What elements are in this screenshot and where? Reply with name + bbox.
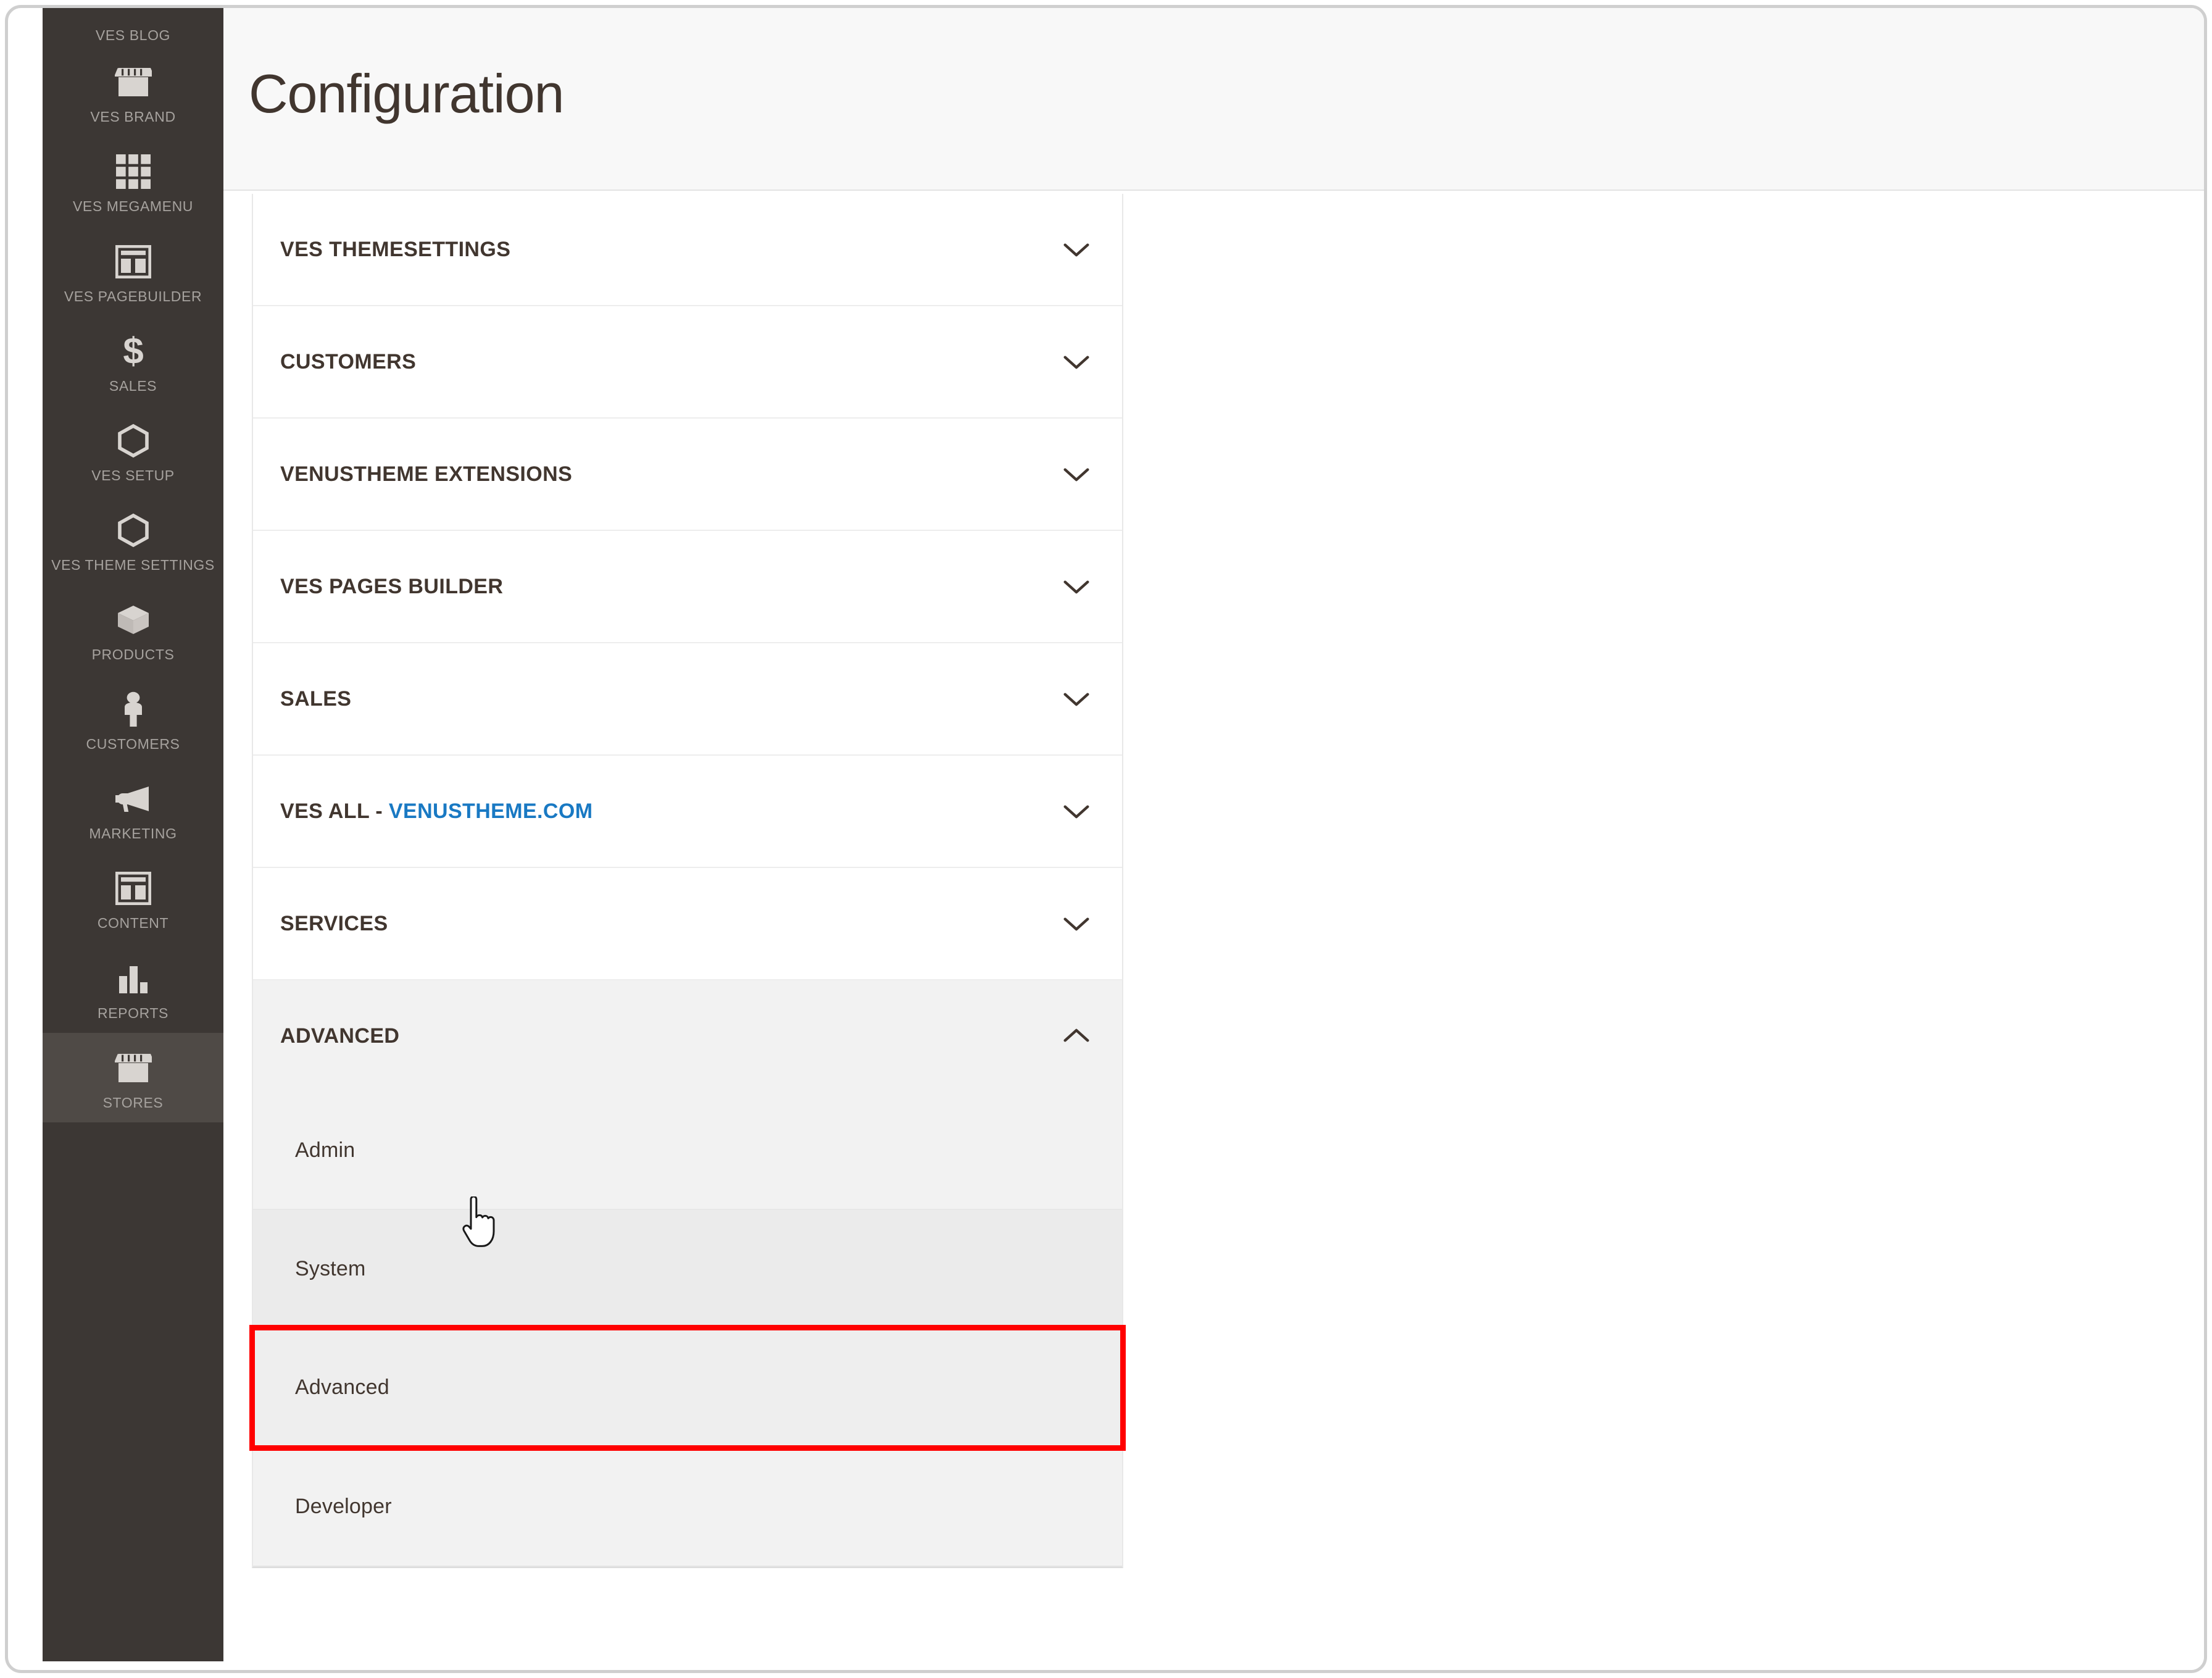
config-subitem-label: Admin bbox=[295, 1138, 356, 1162]
config-section-title-text: CUSTOMERS bbox=[280, 349, 417, 374]
sidebar-item-label: REPORTS bbox=[98, 1004, 168, 1021]
storefront-icon bbox=[46, 62, 220, 102]
config-section-title-text: ADVANCED bbox=[280, 1024, 400, 1048]
chevron-down-icon[interactable] bbox=[1063, 573, 1090, 600]
config-section-title-text: VES ALL - bbox=[280, 799, 389, 823]
config-section-customers[interactable]: CUSTOMERS bbox=[253, 306, 1122, 419]
config-subitem-label: System bbox=[295, 1256, 366, 1280]
sidebar-item-label: CUSTOMERS bbox=[86, 736, 180, 753]
sidebar-item-stores[interactable]: STORES bbox=[43, 1032, 223, 1122]
config-section-title: VENUSTHEME EXTENSIONS bbox=[280, 462, 572, 486]
sidebar-item-sales[interactable]: $ SALES bbox=[43, 316, 223, 406]
config-section-title: ADVANCED bbox=[280, 1024, 399, 1048]
config-subitem-advanced[interactable]: Advanced bbox=[253, 1329, 1122, 1447]
hexagon-icon bbox=[46, 420, 220, 461]
config-section-header[interactable]: VENUSTHEME EXTENSIONS bbox=[253, 419, 1122, 530]
sidebar-item-ves-megamenu[interactable]: VES MEGAMENU bbox=[43, 136, 223, 226]
hexagon-icon bbox=[46, 510, 220, 551]
sidebar-item-ves-theme-settings[interactable]: VES THEME SETTINGS bbox=[43, 495, 223, 585]
sidebar-item-label: PRODUCTS bbox=[91, 646, 175, 663]
storefront-icon bbox=[46, 1048, 220, 1088]
config-section-ves-themesettings[interactable]: VES THEMESETTINGS bbox=[253, 194, 1122, 306]
chevron-up-icon[interactable] bbox=[1063, 1022, 1090, 1050]
sidebar-item-content[interactable]: CONTENT bbox=[43, 853, 223, 943]
config-section-title-text: VES THEMESETTINGS bbox=[280, 237, 511, 261]
config-section-header[interactable]: VES THEMESETTINGS bbox=[253, 194, 1122, 305]
sidebar-item-products[interactable]: PRODUCTS bbox=[43, 585, 223, 674]
sidebar-item-label: VES SETUP bbox=[91, 467, 175, 483]
dollar-icon: $ bbox=[46, 331, 220, 372]
chevron-down-icon[interactable] bbox=[1063, 236, 1090, 263]
layout-icon bbox=[46, 241, 220, 282]
sidebar-item-customers[interactable]: CUSTOMERS bbox=[43, 674, 223, 764]
config-subitem-list: Admin System Advanced Developer bbox=[253, 1092, 1122, 1566]
sidebar-item-marketing[interactable]: MARKETING bbox=[43, 764, 223, 853]
config-section-title-text: SALES bbox=[280, 687, 352, 711]
config-section-title: SALES bbox=[280, 687, 351, 711]
sidebar-item-label: VES THEME SETTINGS bbox=[51, 556, 215, 573]
config-section-ves-pages-builder[interactable]: VES PAGES BUILDER bbox=[253, 531, 1122, 643]
config-section-title-link[interactable]: VENUSTHEME.COM bbox=[389, 799, 593, 823]
main-content: Configuration VES THEMESETTINGS CUSTOMER… bbox=[223, 8, 2204, 1670]
chevron-down-icon[interactable] bbox=[1063, 798, 1090, 825]
config-subitem-developer[interactable]: Developer bbox=[253, 1447, 1122, 1566]
box-icon bbox=[46, 599, 220, 640]
configuration-section-list: VES THEMESETTINGS CUSTOMERS VENUSTHEME E… bbox=[252, 194, 1123, 1568]
config-section-services[interactable]: SERVICES bbox=[253, 868, 1122, 980]
config-subitem-admin[interactable]: Admin bbox=[253, 1092, 1122, 1210]
sidebar-item-label: STORES bbox=[102, 1094, 164, 1111]
config-section-title-text: SERVICES bbox=[280, 911, 388, 935]
sidebar-item-label: VES MEGAMENU bbox=[72, 198, 194, 215]
chevron-down-icon[interactable] bbox=[1063, 348, 1090, 375]
sidebar-item-label: VES BRAND bbox=[90, 109, 176, 125]
sidebar-item-label: MARKETING bbox=[89, 825, 177, 842]
config-section-title-text: VENUSTHEME EXTENSIONS bbox=[280, 462, 573, 486]
config-section-ves-all[interactable]: VES ALL - VENUSTHEME.COM bbox=[253, 756, 1122, 868]
config-subitem-system[interactable]: System bbox=[253, 1210, 1122, 1329]
config-section-header[interactable]: SERVICES bbox=[253, 868, 1122, 979]
config-section-title: CUSTOMERS bbox=[280, 350, 416, 374]
sidebar-item-ves-setup[interactable]: VES SETUP bbox=[43, 406, 223, 495]
sidebar-item-reports[interactable]: REPORTS bbox=[43, 943, 223, 1033]
sidebar-item-ves-pagebuilder[interactable]: VES PAGEBUILDER bbox=[43, 227, 223, 316]
config-section-title: VES ALL - VENUSTHEME.COM bbox=[280, 799, 592, 824]
config-section-title: VES PAGES BUILDER bbox=[280, 575, 503, 599]
config-section-header[interactable]: CUSTOMERS bbox=[253, 306, 1122, 417]
config-section-title: VES THEMESETTINGS bbox=[280, 238, 510, 262]
page-title: Configuration bbox=[249, 63, 564, 124]
screenshot-frame: VES BLOG VES BRAND VES MEGAMENU VES PAGEB… bbox=[5, 5, 2207, 1673]
config-section-advanced[interactable]: ADVANCED Admin System Advanced Developer bbox=[253, 980, 1122, 1567]
config-section-header[interactable]: ADVANCED bbox=[253, 980, 1122, 1092]
config-section-header[interactable]: VES PAGES BUILDER bbox=[253, 531, 1122, 642]
config-section-header[interactable]: SALES bbox=[253, 643, 1122, 754]
page-header: Configuration bbox=[223, 8, 2204, 191]
sidebar-top-label: VES BLOG bbox=[95, 27, 171, 43]
sidebar-item-ves-brand[interactable]: VES BRAND bbox=[43, 47, 223, 136]
svg-text:$: $ bbox=[123, 333, 143, 370]
config-section-title: SERVICES bbox=[280, 912, 388, 936]
sidebar-item-label: SALES bbox=[109, 377, 157, 394]
config-section-sales[interactable]: SALES bbox=[253, 643, 1122, 756]
config-subitem-label: Advanced bbox=[295, 1375, 389, 1399]
chevron-down-icon[interactable] bbox=[1063, 685, 1090, 712]
sidebar-item-label: CONTENT bbox=[97, 915, 169, 932]
grid-icon bbox=[46, 151, 220, 192]
config-section-title-text: VES PAGES BUILDER bbox=[280, 574, 504, 598]
person-icon bbox=[46, 689, 220, 730]
sidebar-item-label: VES PAGEBUILDER bbox=[64, 288, 202, 304]
megaphone-icon bbox=[46, 778, 220, 819]
config-section-venustheme-extensions[interactable]: VENUSTHEME EXTENSIONS bbox=[253, 419, 1122, 531]
config-section-header[interactable]: VES ALL - VENUSTHEME.COM bbox=[253, 756, 1122, 867]
chevron-down-icon[interactable] bbox=[1063, 910, 1090, 937]
bar-chart-icon bbox=[46, 958, 220, 999]
admin-sidebar: VES BLOG VES BRAND VES MEGAMENU VES PAGEB… bbox=[43, 8, 223, 1661]
layout-icon bbox=[46, 868, 220, 909]
chevron-down-icon[interactable] bbox=[1063, 461, 1090, 488]
config-subitem-label: Developer bbox=[295, 1494, 392, 1518]
